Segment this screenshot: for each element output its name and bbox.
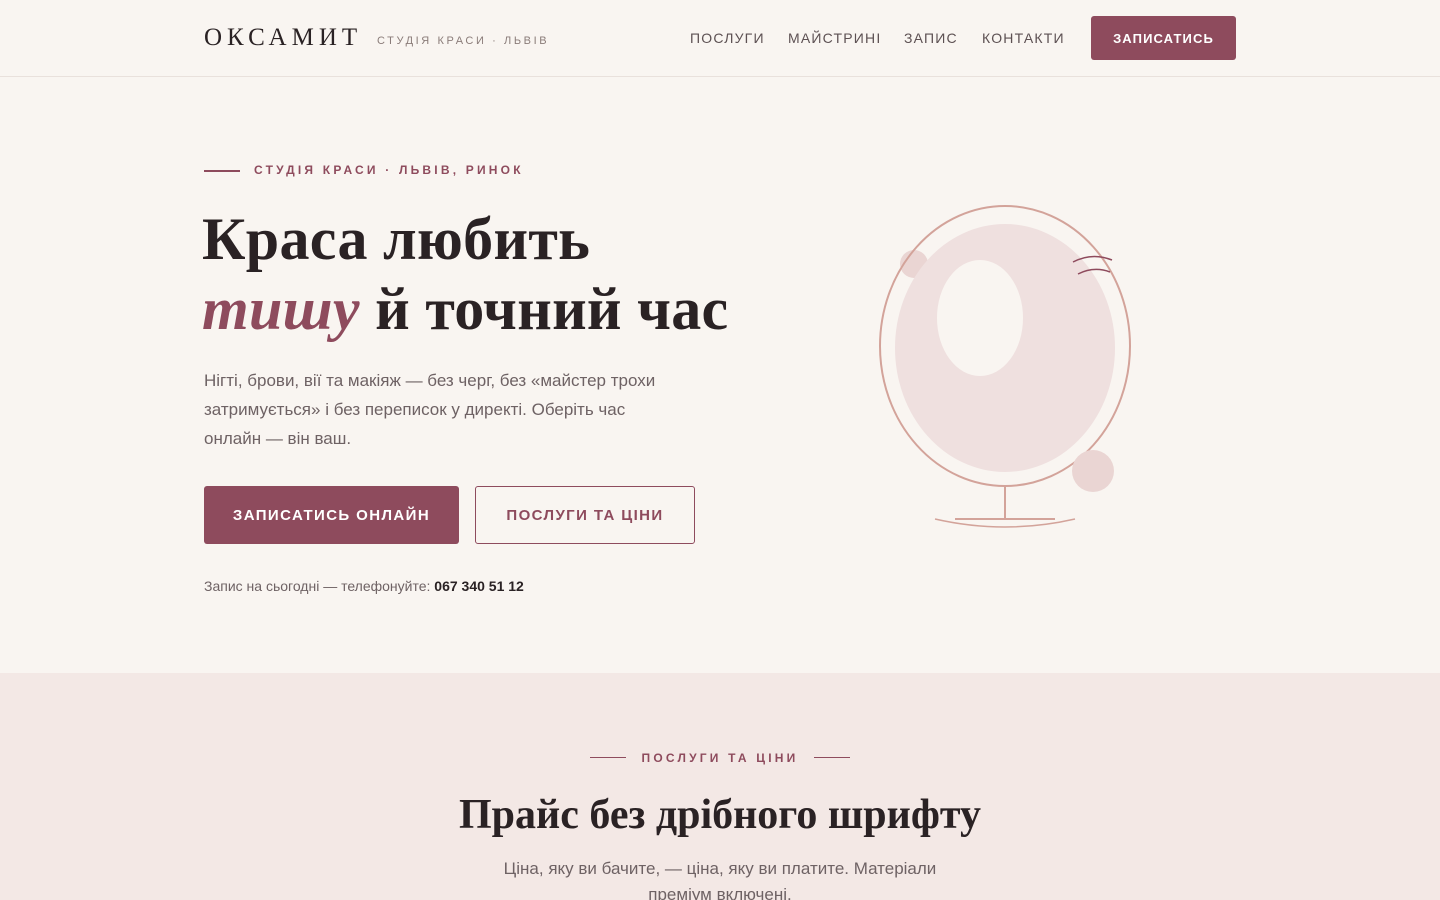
logo[interactable]: ОКСАМИТ	[204, 24, 362, 52]
hero-title: Краса любить тишу й точний час	[202, 204, 728, 344]
services-eyebrow: ПОСЛУГИ ТА ЦІНИ	[641, 751, 799, 765]
header-book-button[interactable]: ЗАПИСАТИСЬ	[1091, 16, 1236, 60]
phone-line: Запис на сьогодні — телефонуйте: 067 340…	[204, 577, 524, 595]
services-description: Ціна, яку ви бачите, — ціна, яку ви плат…	[503, 859, 937, 900]
services-title: Прайс без дрібного шрифту	[459, 792, 981, 838]
services-prices-button[interactable]: ПОСЛУГИ ТА ЦІНИ	[475, 486, 695, 544]
site-header: ОКСАМИТ СТУДІЯ КРАСИ · ЛЬВІВ ПОСЛУГИ МАЙ…	[0, 0, 1440, 77]
nav-item-booking[interactable]: ЗАПИС	[904, 29, 958, 47]
phone-number-link[interactable]: 067 340 51 12	[434, 578, 524, 594]
hero-title-line2: й точний час	[359, 276, 729, 342]
logo-subtitle: СТУДІЯ КРАСИ · ЛЬВІВ	[377, 35, 550, 47]
services-divider-right	[814, 757, 850, 758]
hero-title-line1: Краса любить	[202, 206, 591, 272]
nav-item-services[interactable]: ПОСЛУГИ	[690, 29, 765, 47]
hero-title-accent: тишу	[202, 276, 360, 342]
hero-eyebrow: СТУДІЯ КРАСИ · ЛЬВІВ, РИНОК	[254, 163, 524, 177]
vanity-mirror-icon	[879, 205, 1131, 528]
nav-item-contacts[interactable]: КОНТАКТИ	[982, 29, 1065, 47]
nav-item-masters[interactable]: МАЙСТРИНІ	[788, 29, 881, 47]
book-online-button[interactable]: ЗАПИСАТИСЬ ОНЛАЙН	[204, 486, 459, 544]
phone-prefix: Запис на сьогодні — телефонуйте:	[204, 578, 435, 594]
eyebrow-divider	[204, 170, 240, 172]
services-section: ПОСЛУГИ ТА ЦІНИ Прайс без дрібного шрифт…	[0, 673, 1440, 900]
hero-description: Нігті, брови, вії та макіяж — без черг, …	[204, 371, 656, 448]
